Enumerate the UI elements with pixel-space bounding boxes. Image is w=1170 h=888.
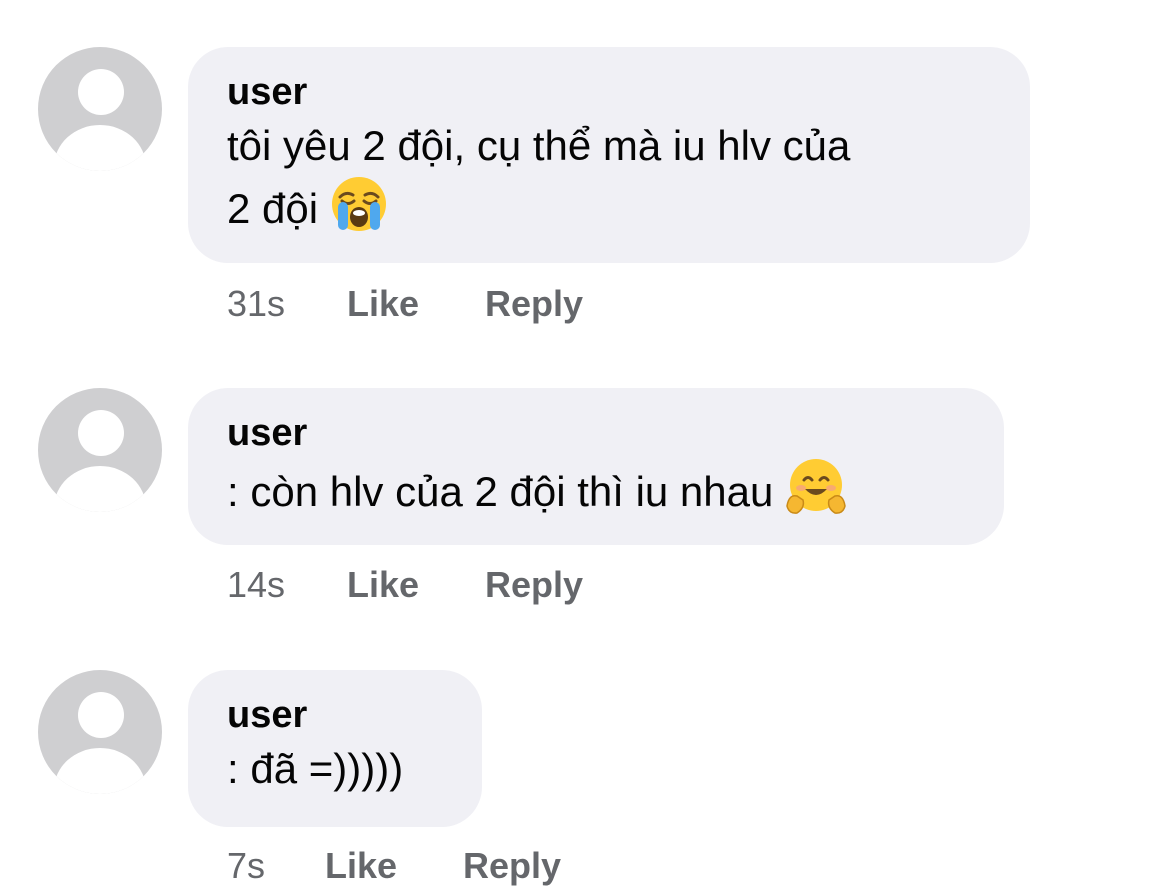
comment-text-line: : còn hlv của 2 đội thì iu nhau (227, 468, 774, 515)
comment-text: tôi yêu 2 đội, cụ thể mà iu hlv của 2 độ… (227, 117, 990, 238)
avatar[interactable] (38, 670, 162, 794)
loudly-crying-face-icon (330, 175, 388, 233)
avatar-head-shape (78, 692, 124, 738)
avatar[interactable] (38, 388, 162, 512)
comment-text-line: : đã =))))) (227, 745, 404, 792)
comment-text: : đã =))))) (227, 740, 442, 798)
like-button[interactable]: Like (347, 282, 419, 326)
reply-button[interactable]: Reply (485, 563, 583, 607)
comment-bubble[interactable]: user tôi yêu 2 đội, cụ thể mà iu hlv của… (188, 47, 1030, 263)
avatar-head-shape (78, 410, 124, 456)
reply-button[interactable]: Reply (485, 282, 583, 326)
comment-author[interactable]: user (227, 410, 964, 456)
hugging-face-icon (785, 458, 846, 516)
avatar-body-shape (54, 748, 146, 794)
reply-button[interactable]: Reply (463, 844, 561, 888)
like-button[interactable]: Like (347, 563, 419, 607)
comment-timestamp[interactable]: 14s (227, 563, 285, 607)
avatar-body-shape (54, 466, 146, 512)
comment-timestamp[interactable]: 31s (227, 282, 285, 326)
avatar-head-shape (78, 69, 124, 115)
comment-text-line: tôi yêu 2 đội, cụ thể mà iu hlv của (227, 122, 851, 169)
comment-bubble[interactable]: user : còn hlv của 2 đội thì iu nhau (188, 388, 1004, 545)
avatar-body-shape (54, 125, 146, 171)
comment-timestamp[interactable]: 7s (227, 844, 265, 888)
comment-text: : còn hlv của 2 đội thì iu nhau (227, 458, 964, 521)
avatar[interactable] (38, 47, 162, 171)
comment-text-line: 2 đội (227, 185, 319, 232)
comment-author[interactable]: user (227, 69, 990, 115)
comment-bubble[interactable]: user : đã =))))) (188, 670, 482, 827)
comment-author[interactable]: user (227, 692, 442, 738)
like-button[interactable]: Like (325, 844, 397, 888)
